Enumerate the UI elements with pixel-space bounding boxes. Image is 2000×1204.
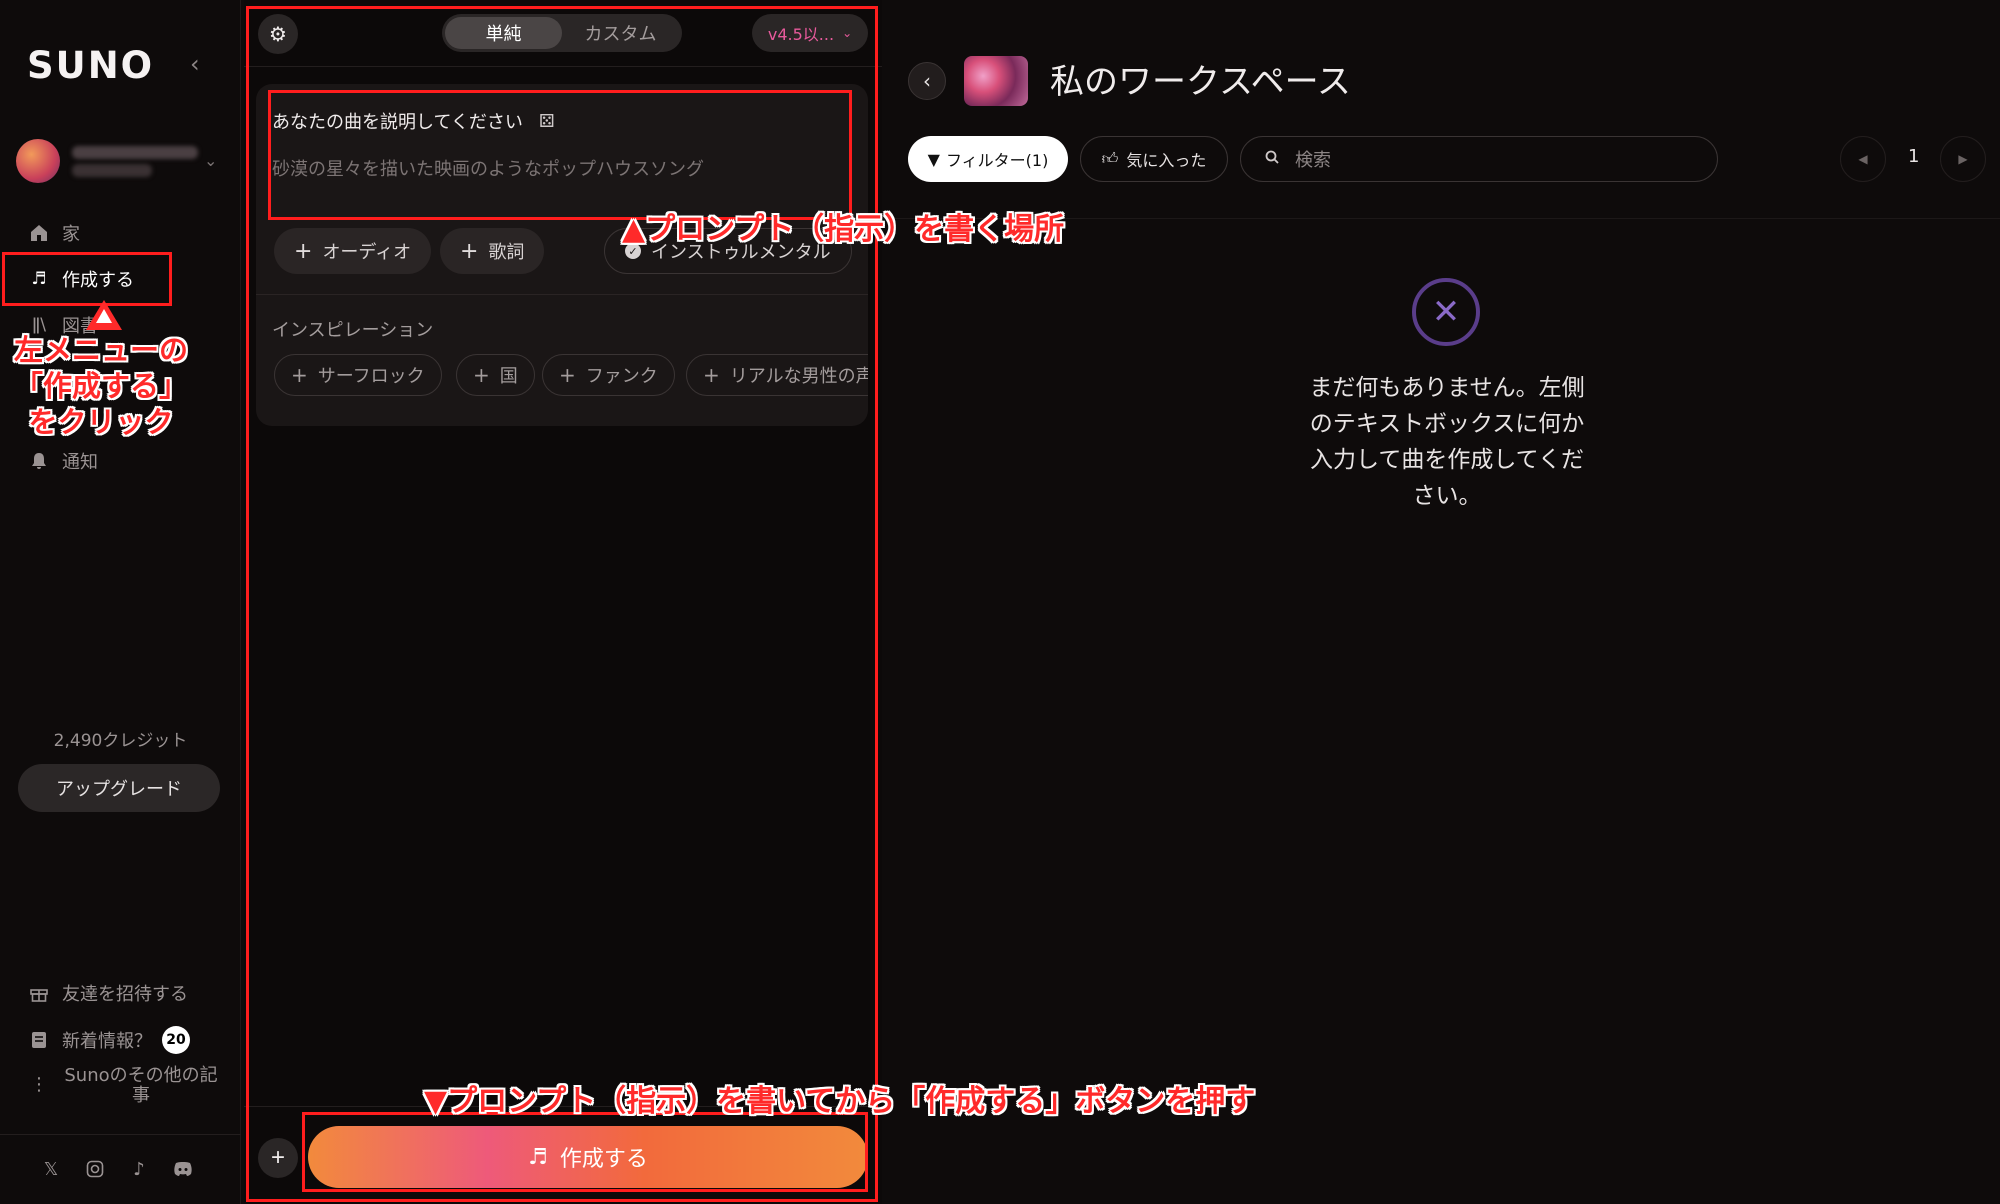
prompt-label: あなたの曲を説明してください ⚄: [272, 110, 555, 134]
social-links: 𝕏 ♪: [40, 1158, 194, 1180]
profile-switcher[interactable]: ⌄: [16, 139, 217, 183]
plus-icon: +: [703, 363, 720, 387]
add-lyrics-chip[interactable]: + 歌詞: [440, 228, 545, 274]
empty-state-x-icon: ✕: [1412, 278, 1480, 346]
tiktok-icon[interactable]: ♪: [128, 1158, 150, 1180]
create-panel: ⚙ 単純 カスタム v4.5以... ⌄ あなたの曲を説明してください ⚄ 砂漠…: [244, 0, 882, 1204]
gift-icon: [28, 982, 50, 1004]
whats-new-link[interactable]: 新着情報？ 20: [28, 1026, 190, 1054]
notification-badge: 20: [162, 1026, 190, 1054]
more-dots-icon: ⋮: [30, 1074, 48, 1095]
chevron-down-icon: ⌄: [204, 151, 218, 170]
prev-page-icon[interactable]: ◀: [1840, 136, 1886, 182]
plus-icon: +: [460, 238, 479, 264]
profile-name-blurred: [72, 141, 198, 182]
more-articles-link[interactable]: Sunoのその他の記事: [58, 1066, 224, 1106]
next-page-icon[interactable]: ▶: [1940, 136, 1986, 182]
plus-icon: +: [559, 363, 576, 387]
annotation-create-hint: ▼プロンプト（指示）を書いてから「作成する」ボタンを押す: [424, 1084, 1256, 1119]
liked-filter-button[interactable]: 👍︎ 気に入った: [1080, 136, 1228, 182]
collapse-sidebar-icon[interactable]: ‹: [190, 50, 200, 78]
inspiration-chip[interactable]: + 国: [456, 354, 535, 396]
credits-count: 2,490クレジット: [53, 731, 188, 751]
inspiration-chip[interactable]: + リアルな男性の声: [686, 354, 868, 396]
chevron-left-icon[interactable]: ‹: [908, 62, 946, 100]
annotation-prompt-area: ▲プロンプト（指示）を書く場所: [622, 212, 1065, 247]
thumbs-up-icon: 👍︎: [1101, 149, 1119, 168]
sidebar-item-label: 家: [62, 224, 80, 245]
invite-friends-link[interactable]: 友達を招待する: [28, 980, 188, 1006]
sidebar-item-label: 通知: [62, 452, 98, 473]
instagram-icon[interactable]: [84, 1158, 106, 1180]
card-divider: [256, 294, 868, 295]
suno-logo[interactable]: SUNO: [27, 44, 154, 87]
inspiration-chip[interactable]: + ファンク: [542, 354, 675, 396]
sidebar-item-home[interactable]: 家: [28, 220, 80, 246]
filter-button[interactable]: ▼ フィルター(1): [908, 136, 1068, 182]
plus-icon: +: [294, 238, 313, 264]
sidebar-item-create[interactable]: ♬ 作成する: [28, 266, 134, 292]
add-audio-chip[interactable]: + オーディオ: [274, 228, 432, 274]
annotation-left-menu: 左メニューの 「作成する」 をクリック: [14, 333, 189, 439]
avatar: [16, 139, 60, 183]
dice-random-icon[interactable]: ⚄: [539, 111, 555, 132]
workspace-panel: ‹ 私のワークスペース ▼ フィルター(1) 👍︎ 気に入った 検索 ◀ 1 ▶…: [884, 0, 2000, 1204]
filter-funnel-icon: ▼: [927, 149, 940, 169]
inspiration-chip[interactable]: + サーフロック: [274, 354, 442, 396]
search-icon: [1265, 150, 1279, 168]
plus-icon: +: [291, 363, 308, 387]
inspiration-label: インスピレーション: [272, 320, 434, 341]
sidebar: SUNO ‹ ⌄ 家 ♬ 作成する ǁ\ 図書 通知 2,490クレジット アッ…: [0, 0, 241, 1204]
annotation-arrow-up: [86, 300, 122, 330]
add-button[interactable]: +: [258, 1138, 298, 1178]
workspace-title: 私のワークスペース: [1050, 62, 1351, 102]
sidebar-item-label: 作成する: [62, 270, 134, 291]
discord-icon[interactable]: [172, 1158, 194, 1180]
music-create-icon: ♬: [31, 269, 47, 289]
bell-icon: [28, 450, 50, 472]
empty-state-message: まだ何もありません。左側のテキストボックスに何か入力して曲を作成してください。: [1309, 375, 1585, 509]
upgrade-button[interactable]: アップグレード: [18, 764, 220, 812]
prompt-input[interactable]: 砂漠の星々を描いた映画のようなポップハウスソング: [272, 155, 704, 181]
workspace-thumbnail: [964, 56, 1028, 106]
create-song-button[interactable]: ♬ 作成する: [308, 1126, 868, 1188]
search-input[interactable]: 検索: [1240, 136, 1718, 182]
x-twitter-icon[interactable]: 𝕏: [40, 1158, 62, 1180]
sidebar-divider: [0, 1134, 241, 1135]
music-create-icon: ♬: [528, 1144, 548, 1170]
plus-icon: +: [473, 363, 490, 387]
page-number: 1: [1908, 146, 1920, 167]
sidebar-item-notifications[interactable]: 通知: [28, 448, 98, 474]
home-icon: [28, 222, 50, 244]
news-icon: [28, 1029, 50, 1051]
